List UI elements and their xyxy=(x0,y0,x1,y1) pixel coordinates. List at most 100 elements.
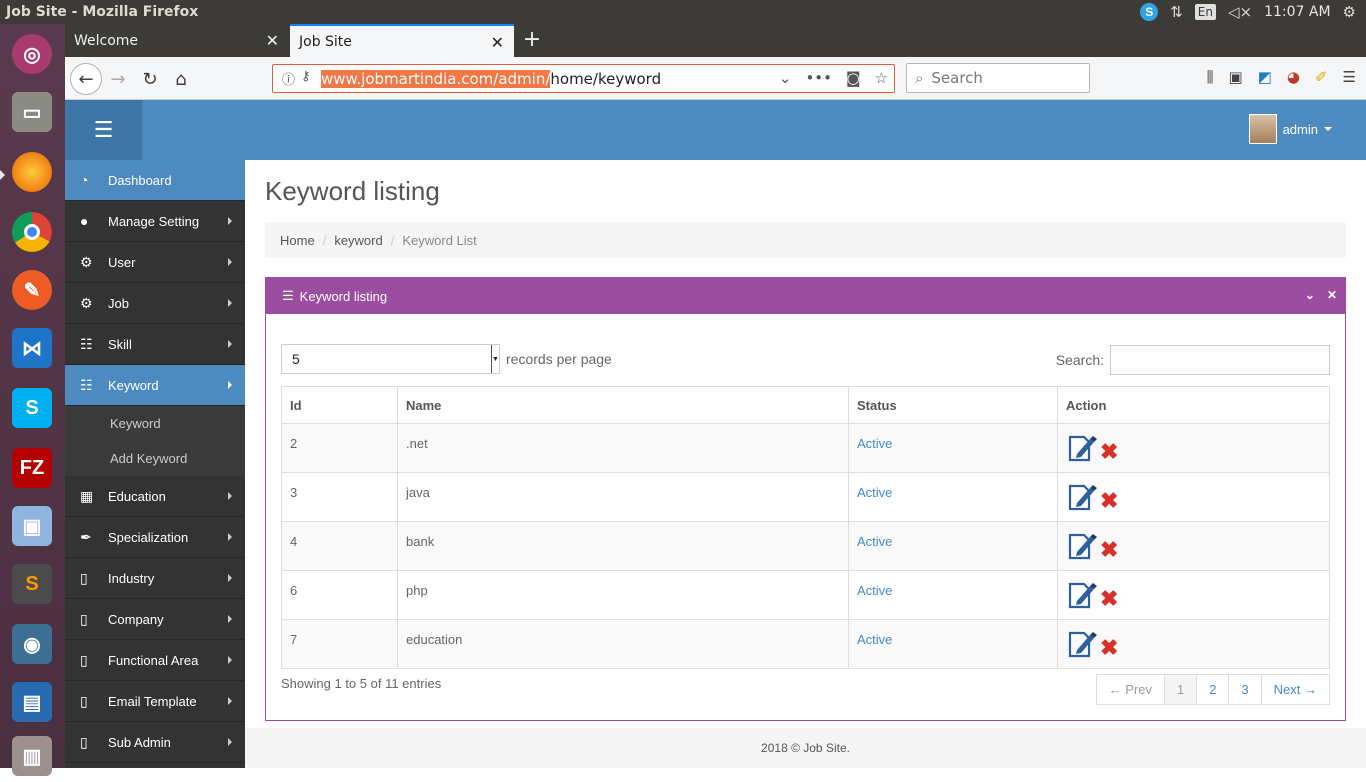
network-icon[interactable]: ⇅ xyxy=(1170,3,1183,21)
edit-icon[interactable] xyxy=(1066,432,1098,464)
status-link[interactable]: Active xyxy=(848,521,1058,571)
edit-icon[interactable] xyxy=(1066,481,1098,513)
status-link[interactable]: Active xyxy=(848,472,1058,522)
table-row: 4 bank Active ✖ xyxy=(281,521,1330,571)
cell-name: java xyxy=(397,472,849,522)
delete-icon[interactable]: ✖ xyxy=(1100,588,1118,610)
url-bar[interactable]: ⓘ ⚷ www.jobmartindia.com/admin/home/keywo… xyxy=(272,64,895,93)
launcher-files[interactable]: ▭ xyxy=(6,86,58,138)
launcher-postman[interactable]: ✎ xyxy=(6,264,58,316)
ubuntu-logo-icon: ◎ xyxy=(12,34,52,74)
sidebar-item-manage-setting[interactable]: ● Manage Setting xyxy=(65,201,245,242)
info-icon[interactable]: ⓘ xyxy=(282,69,295,88)
launcher-filezilla[interactable]: FZ xyxy=(6,442,58,494)
sidebar-subitem-keyword[interactable]: Keyword xyxy=(65,406,245,441)
launcher-skype[interactable]: S xyxy=(6,382,58,434)
status-link[interactable]: Active xyxy=(848,570,1058,620)
user-menu[interactable]: admin xyxy=(1248,114,1332,144)
back-button[interactable]: ← xyxy=(70,63,102,95)
library-icon[interactable]: ⫼ xyxy=(1207,68,1214,86)
delete-icon[interactable]: ✖ xyxy=(1100,539,1118,561)
page-button-1[interactable]: 1 xyxy=(1163,674,1198,705)
sidebar-item-education[interactable]: ▦ Education xyxy=(65,476,245,517)
delete-icon[interactable]: ✖ xyxy=(1100,637,1118,659)
forward-button[interactable]: → xyxy=(103,64,133,94)
new-tab-button[interactable]: + xyxy=(521,27,543,53)
cell-id: 3 xyxy=(281,472,398,522)
keyboard-layout-indicator[interactable]: En xyxy=(1194,4,1216,20)
page-actions-icon[interactable]: ••• xyxy=(805,69,832,87)
prev-page-button[interactable]: ← Prev xyxy=(1095,674,1165,705)
settings-gear-icon[interactable]: ⚙ xyxy=(1343,3,1356,21)
table-search-input[interactable] xyxy=(1110,345,1330,375)
url-text[interactable]: www.jobmartindia.com/admin/home/keyword xyxy=(321,69,661,88)
skype-tray-icon[interactable]: S xyxy=(1140,3,1159,21)
sidebar-item-job[interactable]: ⚙ Job xyxy=(65,283,245,324)
edit-icon[interactable] xyxy=(1066,530,1098,562)
chevron-down-icon[interactable]: ⌄ xyxy=(779,69,792,87)
page-title: Keyword listing xyxy=(265,176,440,206)
close-tab-icon[interactable]: ✕ xyxy=(266,31,279,50)
launcher-virtualbox[interactable]: ▣ xyxy=(6,500,58,552)
table-row: 2 .net Active ✖ xyxy=(281,423,1330,473)
launcher-active-indicator xyxy=(0,170,5,180)
tab-welcome[interactable]: Welcome ✕ xyxy=(65,24,289,57)
sidebar-item-keyword[interactable]: ☷ Keyword xyxy=(65,365,245,406)
tab-job-site[interactable]: Job Site ✕ xyxy=(290,24,514,57)
next-page-button[interactable]: Next → xyxy=(1260,674,1330,705)
breadcrumb-keyword[interactable]: keyword xyxy=(334,233,382,248)
breadcrumb-home[interactable]: Home xyxy=(280,233,315,248)
volume-muted-icon[interactable]: ◁× xyxy=(1228,3,1252,21)
page-button-2[interactable]: 2 xyxy=(1196,674,1230,705)
sidebar-subitem-add-keyword[interactable]: Add Keyword xyxy=(65,441,245,476)
menu-icon[interactable]: ☰ xyxy=(1343,68,1356,86)
extension-icon[interactable]: ◕ xyxy=(1287,68,1300,86)
browser-search-input[interactable]: ⌕ Search xyxy=(906,63,1090,93)
bookmark-star-icon[interactable]: ☆ xyxy=(875,69,888,87)
collapse-chevron-icon[interactable]: ⌄ xyxy=(1305,288,1315,302)
colorzilla-icon[interactable]: ✐ xyxy=(1315,68,1328,86)
sidebar-item-industry[interactable]: ▯ Industry xyxy=(65,558,245,599)
sidebar-item-functional-area[interactable]: ▯ Functional Area xyxy=(65,640,245,681)
page-button-3[interactable]: 3 xyxy=(1228,674,1262,705)
clock[interactable]: 11:07 AM xyxy=(1264,4,1330,20)
edit-icon[interactable] xyxy=(1066,579,1098,611)
launcher-screenshot[interactable]: ◉ xyxy=(6,618,58,670)
sidebar-item-dashboard[interactable]: ◔ Dashboard xyxy=(65,160,245,201)
launcher-firefox[interactable] xyxy=(6,146,58,198)
sidebar-item-company[interactable]: ▯ Company xyxy=(65,599,245,640)
delete-icon[interactable]: ✖ xyxy=(1100,441,1118,463)
column-header-name[interactable]: Name xyxy=(397,386,849,424)
delete-icon[interactable]: ✖ xyxy=(1100,490,1118,512)
key-icon[interactable]: ⚷ xyxy=(301,69,311,88)
sidebar-item-email-template[interactable]: ▯ Email Template xyxy=(65,681,245,722)
breadcrumb: Home / keyword / Keyword List xyxy=(265,222,1346,258)
sidebar-item-sub-admin[interactable]: ▯ Sub Admin xyxy=(65,722,245,763)
status-link[interactable]: Active xyxy=(848,619,1058,669)
sidebar-item-user[interactable]: ⚙ User xyxy=(65,242,245,283)
sidebar-icon[interactable]: ▣ xyxy=(1229,68,1243,86)
edit-icon[interactable] xyxy=(1066,628,1098,660)
column-header-id[interactable]: Id xyxy=(281,386,398,424)
pagination: ← Prev 1 2 3 Next → xyxy=(1095,674,1330,705)
launcher-sublime[interactable]: S xyxy=(6,558,58,610)
caret-down-icon xyxy=(1324,127,1332,131)
home-button[interactable]: ⌂ xyxy=(166,64,196,94)
launcher-ubuntu[interactable]: ◎ xyxy=(6,28,58,80)
gears-icon: ⚙ xyxy=(80,294,93,311)
menu-toggle-button[interactable]: ☰ xyxy=(65,100,142,160)
column-header-status[interactable]: Status xyxy=(848,386,1058,424)
pocket-icon[interactable]: ◙ xyxy=(846,69,861,87)
screenshot-icon[interactable]: ◩ xyxy=(1258,68,1272,86)
reload-button[interactable]: ↻ xyxy=(135,64,165,94)
sidebar-item-skill[interactable]: ☷ Skill xyxy=(65,324,245,365)
close-panel-icon[interactable]: ✕ xyxy=(1327,288,1337,302)
page-length-select[interactable]: 5 ▼ xyxy=(281,344,500,374)
launcher-chrome[interactable] xyxy=(6,206,58,258)
close-tab-icon[interactable]: ✕ xyxy=(491,33,504,52)
launcher-libreoffice[interactable]: ▤ xyxy=(6,676,58,728)
launcher-trash[interactable]: ▥ xyxy=(6,730,58,782)
sidebar-item-specialization[interactable]: ✒ Specialization xyxy=(65,517,245,558)
status-link[interactable]: Active xyxy=(848,423,1058,473)
launcher-vscode[interactable]: ⋈ xyxy=(6,322,58,374)
